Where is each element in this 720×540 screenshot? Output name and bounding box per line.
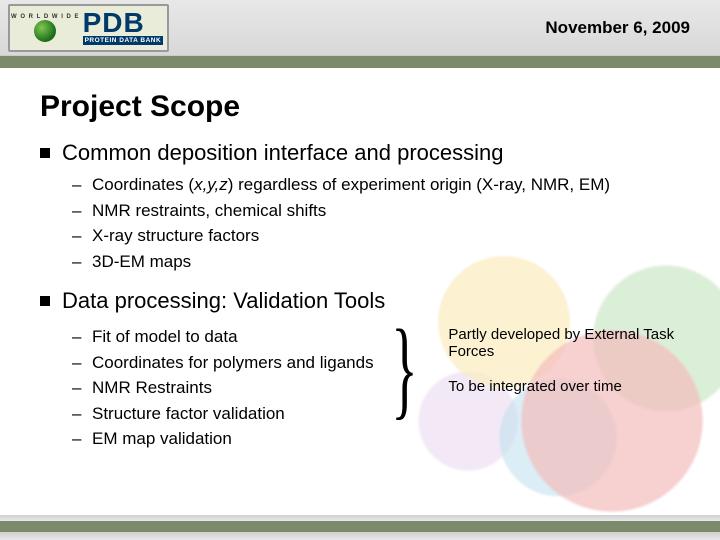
logo-sub-text: PROTEIN DATA BANK bbox=[83, 36, 164, 45]
side-notes: Partly developed by External Task Forces… bbox=[448, 320, 680, 413]
logo-main-text: PDB bbox=[83, 10, 164, 35]
s2-item-1: Coordinates for polymers and ligands bbox=[62, 350, 374, 376]
s1-item-3: 3D-EM maps bbox=[62, 249, 680, 275]
globe-icon bbox=[34, 20, 56, 42]
s1-item-1: NMR restraints, chemical shifts bbox=[62, 198, 680, 224]
slide-title: Project Scope bbox=[40, 90, 680, 124]
footer bbox=[0, 515, 720, 540]
pdb-logo: W O R L D W I D E PDB PROTEIN DATA BANK bbox=[8, 4, 169, 52]
s1-item-0: Coordinates (x,y,z) regardless of experi… bbox=[62, 172, 680, 198]
s2-item-2: NMR Restraints bbox=[62, 375, 374, 401]
note-1: Partly developed by External Task Forces bbox=[448, 326, 680, 360]
s2-item-0: Fit of model to data bbox=[62, 324, 374, 350]
slide-content: Project Scope Common deposition interfac… bbox=[0, 68, 720, 466]
s2-item-3: Structure factor validation bbox=[62, 401, 374, 427]
s2-item-4: EM map validation bbox=[62, 426, 374, 452]
note-2: To be integrated over time bbox=[448, 378, 680, 395]
accent-bar bbox=[0, 56, 720, 68]
section-1-head: Common deposition interface and processi… bbox=[40, 140, 680, 166]
header: W O R L D W I D E PDB PROTEIN DATA BANK … bbox=[0, 0, 720, 56]
brace-icon: } bbox=[391, 316, 417, 421]
section-2-head: Data processing: Validation Tools bbox=[40, 288, 680, 314]
s1-item-2: X-ray structure factors bbox=[62, 223, 680, 249]
header-date: November 6, 2009 bbox=[545, 18, 690, 38]
logo-top-text: W O R L D W I D E bbox=[11, 14, 80, 20]
